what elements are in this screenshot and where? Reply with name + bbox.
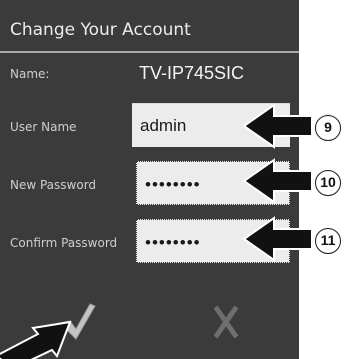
cancel-button[interactable] xyxy=(196,292,256,352)
callout-arrow-confirm-button xyxy=(0,320,72,359)
new-password-label: New Password xyxy=(10,178,97,192)
callout-arrow-username xyxy=(242,103,313,149)
title-divider xyxy=(0,51,299,53)
callout-number-9: 9 xyxy=(315,115,341,141)
confirm-password-label: Confirm Password xyxy=(10,236,118,250)
callout-number-11: 11 xyxy=(315,228,341,254)
username-value: admin xyxy=(140,116,187,135)
close-icon xyxy=(213,305,239,339)
callout-arrow-confirm-password xyxy=(242,216,313,262)
device-name-value: TV-IP745SIC xyxy=(139,63,245,83)
confirm-password-value: •••••••• xyxy=(145,233,201,252)
callout-number-10: 10 xyxy=(315,170,341,196)
dialog-title: Change Your Account xyxy=(10,20,191,40)
username-label: User Name xyxy=(10,120,77,134)
name-label: Name: xyxy=(10,67,50,81)
callout-arrow-new-password xyxy=(242,158,313,204)
screenshot-root: Change Your Account Name: TV-IP745SIC Us… xyxy=(0,0,344,359)
new-password-value: •••••••• xyxy=(145,175,201,194)
